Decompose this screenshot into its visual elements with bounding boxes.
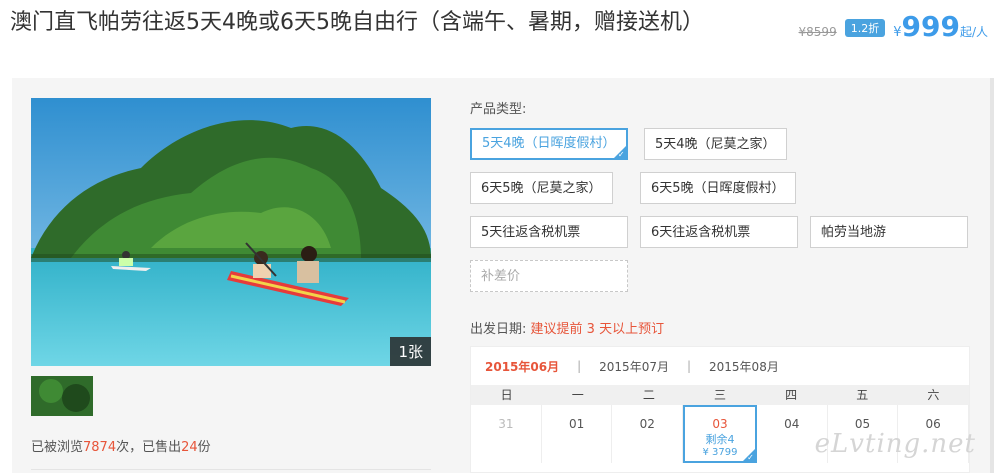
weekday: 六 (927, 388, 940, 402)
photo-thumbnail[interactable] (31, 376, 93, 416)
product-option-5d4n-nemo[interactable]: 5天4晚（尼莫之家） (644, 128, 787, 160)
divider (31, 469, 431, 470)
price-unit: 起/人 (959, 25, 988, 39)
currency-symbol: ¥ (893, 25, 902, 40)
stats-suffix: 份 (197, 440, 211, 455)
price-amount: 999 (901, 10, 960, 43)
check-icon: ✓ (747, 453, 754, 462)
day-number: 02 (639, 417, 655, 431)
weekday: 五 (856, 388, 869, 402)
weekday: 二 (642, 388, 655, 402)
day-number: 04 (784, 417, 800, 431)
option-label: 5天往返含税机票 (481, 225, 581, 240)
product-type-label: 产品类型: (470, 102, 527, 117)
stats-mid: 次，已售出 (116, 440, 182, 455)
weekday-header: 日 一 二 三 四 五 六 (471, 385, 969, 405)
product-option-6d-flight[interactable]: 6天往返含税机票 (640, 216, 798, 248)
original-price: ¥8599 (798, 25, 837, 39)
weekday: 四 (785, 388, 798, 402)
option-label: 5天4晚（日晖度假村） (482, 136, 616, 151)
main-photo[interactable]: 1张 (31, 98, 431, 366)
weekday: 日 (500, 388, 513, 402)
product-option-local-tour[interactable]: 帕劳当地游 (810, 216, 968, 248)
option-label: 补差价 (481, 269, 521, 284)
current-price: ¥999起/人 (893, 10, 988, 43)
product-option-6d5n-nemo[interactable]: 6天5晚（尼莫之家） (470, 172, 613, 204)
departure-label-text: 出发日期: (470, 322, 527, 337)
product-option-5d4n-sunrise[interactable]: 5天4晚（日晖度假村） ✓ (470, 128, 628, 160)
scrollbar[interactable] (990, 78, 994, 473)
month-separator: | (686, 359, 692, 373)
sold-count: 24 (181, 440, 198, 455)
product-option-5d-flight[interactable]: 5天往返含税机票 (470, 216, 628, 248)
product-title: 澳门直飞帕劳往返5天4晚或6天5晚自由行（含端午、暑期，赠接送机） (10, 10, 704, 35)
day-number: 01 (568, 417, 585, 431)
calendar-day[interactable]: 02 (612, 405, 684, 463)
check-icon: ✓ (617, 150, 625, 159)
month-tab-july[interactable]: 2015年07月 (599, 358, 669, 375)
month-tabs: 2015年06月 | 2015年07月 | 2015年08月 (471, 347, 969, 385)
option-label: 6天5晚（尼莫之家） (481, 181, 602, 196)
content-panel: 1张 已被浏览7874次，已售出24份 产品类型: 5天4晚（日晖度假村） ✓ … (12, 78, 992, 473)
option-label: 6天5晚（日晖度假村） (651, 181, 785, 196)
month-tab-june[interactable]: 2015年06月 (485, 358, 559, 375)
day-number: 03 (712, 417, 728, 431)
product-option-6d5n-sunrise[interactable]: 6天5晚（日晖度假村） (640, 172, 796, 204)
booking-panel: 产品类型: 5天4晚（日晖度假村） ✓ 5天4晚（尼莫之家） 6天5晚（尼莫之家… (470, 78, 990, 473)
calendar-day-selected[interactable]: 03 剩余4 ¥ 3799 ✓ (683, 405, 757, 463)
view-count: 7874 (83, 440, 117, 455)
watermark: eLvting.net (814, 429, 976, 459)
discount-badge: 1.2折 (844, 19, 886, 37)
remaining-seats: 剩余4 (705, 433, 735, 446)
weekday: 三 (713, 388, 726, 402)
product-option-price-difference[interactable]: 补差价 (470, 260, 628, 292)
sales-stats: 已被浏览7874次，已售出24份 (31, 436, 211, 455)
day-number: 31 (498, 417, 514, 431)
weekday: 一 (571, 388, 584, 402)
month-tab-august[interactable]: 2015年08月 (709, 358, 779, 375)
calendar-day: 31 (471, 405, 542, 463)
option-label: 5天4晚（尼莫之家） (655, 137, 776, 152)
booking-hint: 建议提前 3 天以上预订 (530, 322, 665, 337)
kayak-scene-image (31, 98, 431, 366)
option-label: 帕劳当地游 (821, 225, 887, 240)
option-label: 6天往返含税机票 (651, 225, 751, 240)
photo-count-badge[interactable]: 1张 (390, 337, 431, 366)
thumbnail-image (31, 376, 93, 416)
price-area: ¥8599 1.2折 ¥999起/人 (799, 10, 988, 43)
stats-prefix: 已被浏览 (31, 440, 84, 455)
month-separator: | (577, 359, 582, 373)
departure-date-label: 出发日期: 建议提前 3 天以上预订 (470, 318, 664, 337)
calendar-day[interactable]: 01 (542, 405, 613, 463)
